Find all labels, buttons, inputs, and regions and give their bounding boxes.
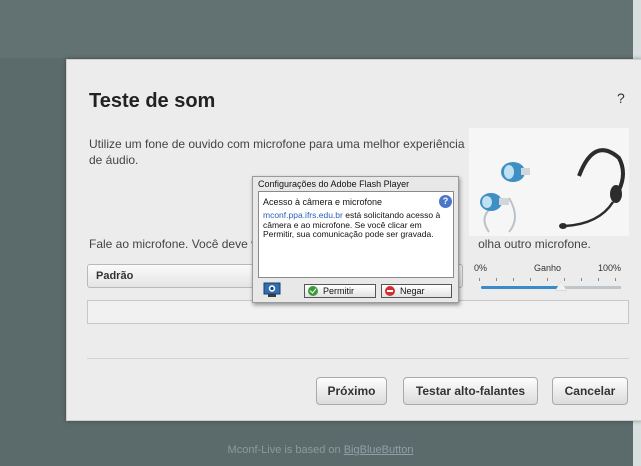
flash-popup-body: Acesso à câmera e microfone ? mconf.ppa.… — [258, 191, 454, 278]
allow-button[interactable]: Permitir — [304, 284, 376, 298]
dialog-title: Teste de som — [89, 90, 216, 112]
flash-popup-title: Configurações do Adobe Flash Player — [258, 179, 410, 189]
gain-slider-rest[interactable] — [560, 286, 621, 289]
speak-text-end: olha outro microfone. — [478, 237, 591, 251]
gain-ticks — [479, 275, 619, 281]
gain-slider-thumb[interactable] — [554, 281, 567, 291]
help-icon[interactable]: ? — [617, 90, 625, 106]
flash-heading: Acesso à câmera e microfone — [263, 197, 383, 207]
deny-icon — [385, 286, 395, 296]
camera-settings-icon[interactable] — [263, 282, 281, 298]
audio-level-meter — [87, 300, 629, 324]
deny-label: Negar — [400, 286, 425, 296]
gain-min-label: 0% — [474, 263, 488, 273]
microphone-select-value: Padrão — [96, 270, 134, 282]
headset-illustration — [469, 128, 629, 236]
check-icon — [308, 286, 318, 296]
test-speakers-button[interactable]: Testar alto-falantes — [403, 377, 538, 405]
flash-settings-popup: Configurações do Adobe Flash Player Aces… — [252, 176, 459, 303]
earbuds-icon — [480, 162, 530, 233]
bigbluebutton-link[interactable]: BigBlueButton — [344, 444, 414, 456]
divider — [87, 358, 629, 359]
intro-text: Utilize um fone de ouvido com microfone … — [89, 137, 465, 167]
speak-text-start: Fale ao microfone. Você deve v — [89, 237, 258, 251]
deny-button[interactable]: Negar — [381, 284, 452, 298]
next-button[interactable]: Próximo — [316, 377, 387, 405]
allow-label: Permitir — [323, 286, 354, 296]
flash-message: mconf.ppa.ifrs.edu.br está solicitando a… — [263, 210, 449, 240]
flash-help-icon[interactable]: ? — [439, 195, 452, 208]
cancel-button[interactable]: Cancelar — [552, 377, 628, 405]
flash-domain: mconf.ppa.ifrs.edu.br — [263, 210, 343, 220]
gain-max-label: 100% — [598, 263, 622, 273]
headset-icon — [559, 148, 625, 229]
background-top — [0, 0, 641, 58]
gain-label: Ganho — [534, 263, 562, 273]
footer-prefix: Mconf-Live is based on — [227, 444, 344, 456]
footer-text: Mconf-Live is based on BigBlueButton — [0, 444, 641, 456]
